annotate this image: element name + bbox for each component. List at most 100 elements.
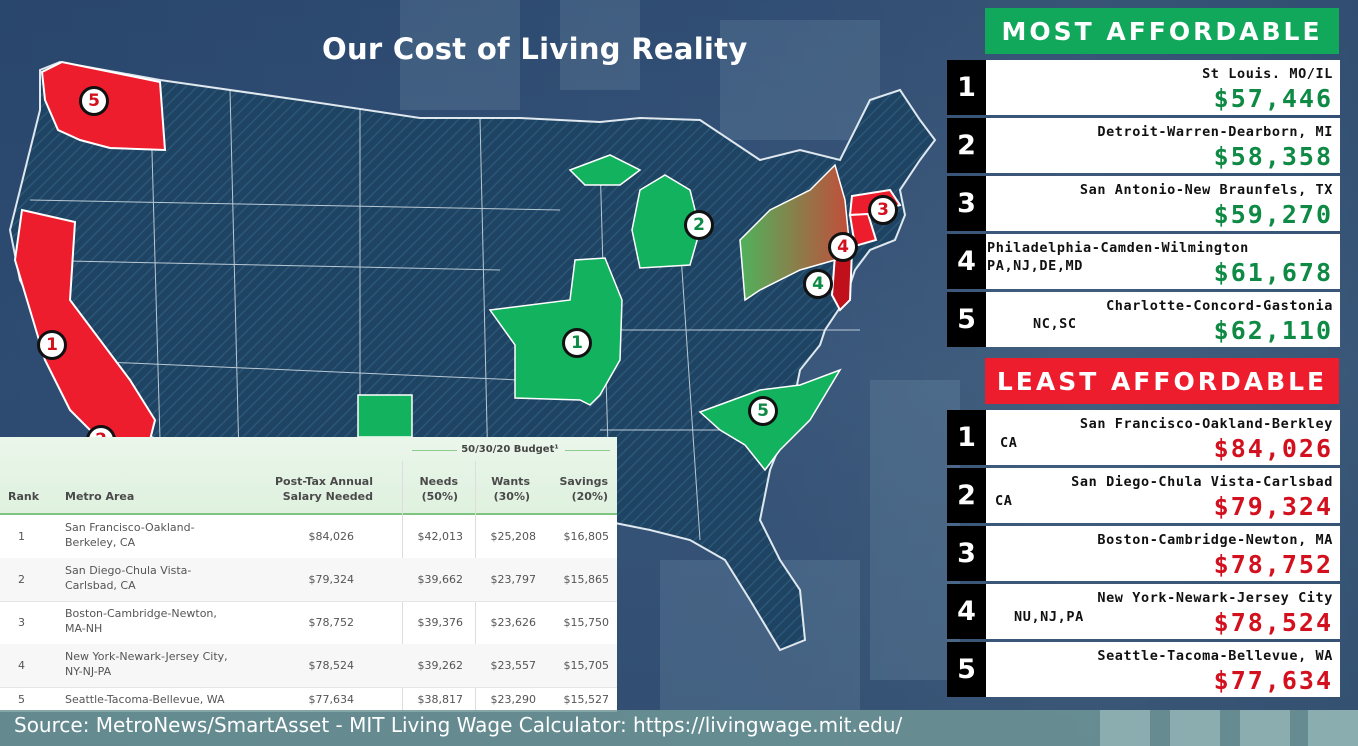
- cell-wants: $23,557: [490, 659, 537, 672]
- cell-salary: $78,752: [308, 616, 355, 629]
- cell-salary: $79,324: [308, 573, 355, 586]
- salary-amount: $79,324: [1213, 492, 1333, 521]
- col-salary-line1: Post-Tax Annual: [274, 475, 373, 488]
- rank-number: 3: [947, 526, 986, 581]
- budget-header: 50/30/20 Budget¹: [461, 444, 559, 455]
- rank-number: 4: [947, 584, 986, 639]
- cell-salary: $78,524: [308, 659, 355, 672]
- cell-metro: New York-Newark-Jersey City,: [65, 650, 228, 663]
- metro-name: San Diego-Chula Vista-Carlsbad: [1071, 474, 1333, 490]
- col-wants-line2: (30%): [493, 490, 530, 503]
- table-row: 5 Seattle-Tacoma-Bellevue, WA $77,634 $3…: [0, 687, 617, 712]
- cell-metro-2: MA-NH: [65, 622, 103, 635]
- metro-name: Philadelphia-Camden-Wilmington: [987, 240, 1249, 256]
- col-rank: Rank: [8, 490, 40, 503]
- rank-number: 1: [947, 410, 986, 465]
- map-badge-massachusetts: 3: [868, 195, 898, 225]
- col-metro: Metro Area: [65, 490, 135, 503]
- col-savings-line2: (20%): [571, 490, 608, 503]
- cell-savings: $15,527: [563, 693, 610, 706]
- list-item: 1 St Louis. MO/IL $57,446: [947, 60, 1340, 115]
- col-salary-line2: Salary Needed: [282, 490, 373, 503]
- table-row: 2 San Diego-Chula Vista- Carlsbad, CA $7…: [0, 558, 617, 602]
- cell-savings: $16,805: [563, 530, 610, 543]
- col-needs-line2: (50%): [421, 490, 458, 503]
- list-item: 5 Charlotte-Concord-Gastonia NC,SC $62,1…: [947, 292, 1340, 347]
- cell-rank: 5: [18, 693, 25, 706]
- cell-salary: $77,634: [308, 693, 355, 706]
- list-item: 4 New York-Newark-Jersey City NU,NJ,PA $…: [947, 584, 1340, 639]
- cell-needs: $39,376: [417, 616, 464, 629]
- metro-states: NC,SC: [1033, 316, 1077, 332]
- salary-amount: $84,026: [1213, 434, 1333, 463]
- cell-needs: $39,262: [417, 659, 464, 672]
- decorative-square: [1170, 710, 1220, 746]
- rank-number: 2: [947, 118, 986, 173]
- metro-name: Boston-Cambridge-Newton, MA: [1097, 532, 1333, 548]
- cell-metro: San Francisco-Oakland-: [65, 521, 195, 534]
- metro-states: CA: [995, 493, 1013, 509]
- salary-amount: $59,270: [1213, 200, 1333, 229]
- map-badge-california: 1: [37, 330, 67, 360]
- col-needs-line1: Needs: [419, 475, 458, 488]
- most-affordable-list: 1 St Louis. MO/IL $57,446 2 Detroit-Warr…: [947, 60, 1340, 350]
- map-badge-washington: 5: [79, 86, 109, 116]
- rank-number: 5: [947, 642, 986, 697]
- cell-metro-2: NY-NJ-PA: [65, 665, 112, 678]
- table-row: 4 New York-Newark-Jersey City, NY-NJ-PA …: [0, 644, 617, 688]
- most-affordable-heading: MOST AFFORDABLE: [985, 8, 1339, 54]
- map-badge-michigan: 2: [684, 210, 714, 240]
- texas-panhandle-state: [357, 394, 413, 438]
- cell-metro: Seattle-Tacoma-Bellevue, WA: [65, 693, 225, 706]
- rank-number: 3: [947, 176, 986, 231]
- decorative-square: [1240, 710, 1290, 746]
- cell-savings: $15,705: [563, 659, 610, 672]
- map-badge-missouri: 1: [562, 328, 592, 358]
- rank-number: 4: [947, 234, 986, 289]
- source-citation: Source: MetroNews/SmartAsset - MIT Livin…: [14, 713, 903, 737]
- cell-needs: $42,013: [417, 530, 464, 543]
- cell-rank: 4: [18, 659, 25, 672]
- cell-metro-2: Berkeley, CA: [65, 536, 136, 549]
- table-row: 1 San Francisco-Oakland- Berkeley, CA $8…: [0, 515, 617, 559]
- col-wants-line1: Wants: [491, 475, 530, 488]
- salary-amount: $78,524: [1213, 608, 1333, 637]
- map-badge-new-york-city: 4: [828, 232, 858, 262]
- cell-wants: $23,290: [490, 693, 537, 706]
- metro-name: New York-Newark-Jersey City: [1097, 590, 1333, 606]
- salary-amount: $77,634: [1213, 666, 1333, 695]
- salary-amount: $58,358: [1213, 142, 1333, 171]
- budget-table: 50/30/20 Budget¹ Rank Metro Area Post-Ta…: [0, 437, 617, 712]
- least-affordable-heading: LEAST AFFORDABLE: [985, 358, 1339, 404]
- cell-needs: $39,662: [417, 573, 464, 586]
- list-item: 2 Detroit-Warren-Dearborn, MI $58,358: [947, 118, 1340, 173]
- list-item: 3 San Antonio-New Braunfels, TX $59,270: [947, 176, 1340, 231]
- salary-amount: $61,678: [1213, 258, 1333, 287]
- page-title: Our Cost of Living Reality: [322, 32, 748, 66]
- cell-wants: $23,797: [490, 573, 537, 586]
- decorative-square: [1308, 710, 1358, 746]
- cell-rank: 2: [18, 573, 25, 586]
- metro-name: Charlotte-Concord-Gastonia: [1106, 298, 1333, 314]
- rank-number: 2: [947, 468, 986, 523]
- list-item: 4 Philadelphia-Camden-Wilmington PA,NJ,D…: [947, 234, 1340, 289]
- metro-name: Seattle-Tacoma-Bellevue, WA: [1097, 648, 1333, 664]
- cell-wants: $25,208: [490, 530, 537, 543]
- col-savings-line1: Savings: [559, 475, 608, 488]
- salary-amount: $62,110: [1213, 316, 1333, 345]
- salary-amount: $57,446: [1213, 84, 1333, 113]
- metro-name: San Antonio-New Braunfels, TX: [1079, 182, 1333, 198]
- cell-needs: $38,817: [417, 693, 464, 706]
- metro-name: San Francisco-Oakland-Berkley: [1079, 416, 1333, 432]
- cell-savings: $15,865: [563, 573, 610, 586]
- cell-wants: $23,626: [490, 616, 537, 629]
- cell-salary: $84,026: [308, 530, 355, 543]
- least-affordable-list: 1 San Francisco-Oakland-Berkley CA $84,0…: [947, 410, 1340, 700]
- metro-states: NU,NJ,PA: [1014, 609, 1084, 625]
- list-item: 1 San Francisco-Oakland-Berkley CA $84,0…: [947, 410, 1340, 465]
- metro-states: CA: [1000, 435, 1018, 451]
- metro-states: PA,NJ,DE,MD: [987, 258, 1084, 274]
- list-item: 5 Seattle-Tacoma-Bellevue, WA $77,634: [947, 642, 1340, 697]
- decorative-square: [1100, 710, 1150, 746]
- salary-amount: $78,752: [1213, 550, 1333, 579]
